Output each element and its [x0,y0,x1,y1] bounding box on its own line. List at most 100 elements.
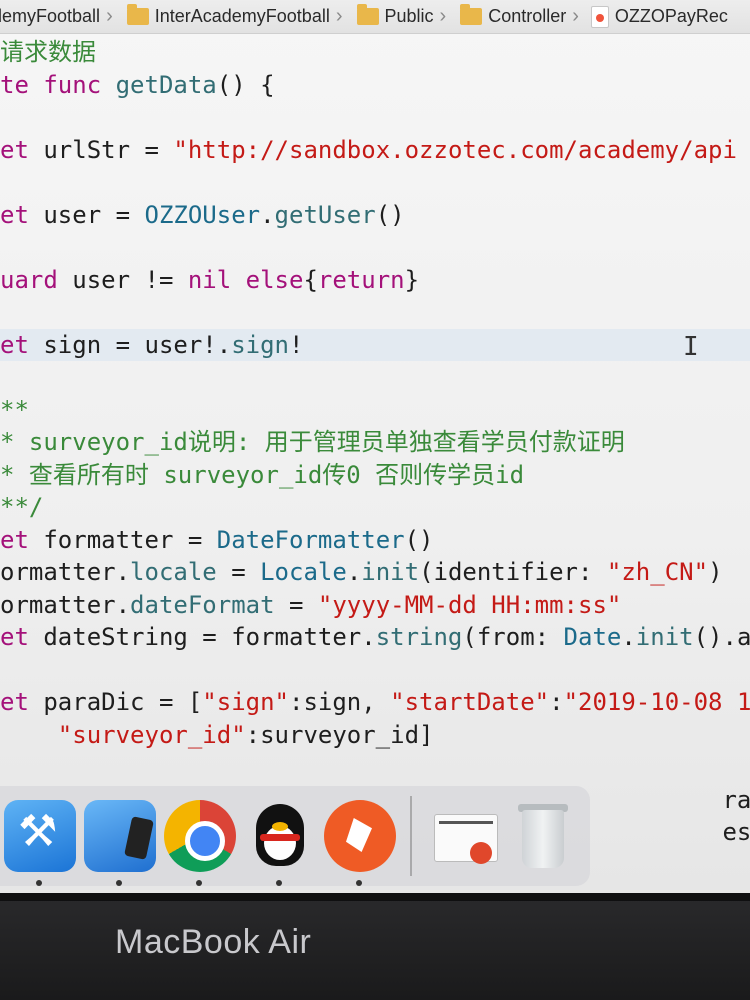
code-line: ** [0,394,750,427]
function-name: init [635,623,694,651]
code-text: (identifier: [419,558,607,586]
function-name: string [375,623,463,651]
code-text: = [274,590,318,619]
string-literal: "startDate" [390,688,550,716]
code-line: **/ [0,491,750,524]
qq-beak-shape [272,822,288,831]
crumb-group-controller[interactable]: Controller [452,0,566,33]
code-text: paraDic = [ [28,688,203,716]
type-name: DateFormatter [216,525,405,554]
code-line: 请求数据 [0,36,750,69]
dock-separator [410,796,412,876]
code-line: * surveyor_id说明: 用于管理员单独查看学员付款证明 [0,426,750,459]
code-text: ormatter. [0,558,131,586]
running-indicator [276,880,282,886]
keyword: et [0,525,29,554]
chevron-right-icon: › [572,5,579,27]
crumb-group-public[interactable]: Public [349,0,434,33]
code-line: "surveyor_id":surveyor_id] [0,719,750,752]
code-text: user != [57,265,188,294]
trash-icon[interactable] [512,800,572,872]
chrome-icon[interactable] [164,800,236,886]
code-text: sign = user!. [28,330,232,359]
code-line: et user = OZZOUser.getUser() [0,199,750,232]
code-text: () { [216,70,275,99]
string-literal: "yyyy-MM-dd HH:mm:ss" [317,590,622,619]
code-line: et formatter = DateFormatter() [0,524,750,557]
function-name: getUser [274,200,376,229]
code-text: () [404,525,434,554]
bezel-edge [0,893,750,901]
code-text: } [404,265,420,294]
keyword: et [0,135,29,164]
code-text: : [549,688,564,716]
keyword: et [0,688,29,716]
code-text: urlStr = [28,135,174,164]
code-editor[interactable]: 请求数据 te func getData() { et urlStr = "ht… [0,36,750,849]
code-line: et urlStr = "http://sandbox.ozzotec.com/… [0,134,750,167]
code-line: ormatter.dateFormat = "yyyy-MM-dd HH:mm:… [0,589,750,622]
swift-file-icon [590,5,609,28]
string-literal: "zh_CN" [606,558,709,586]
property-name: locale [130,558,217,586]
keyword: uard [0,265,58,294]
folder-icon [460,4,483,25]
code-text: :sign, [289,688,391,716]
running-indicator [356,880,362,886]
running-indicator [116,880,122,886]
code-text: rameters: par [722,785,750,814]
property-name: dateFormat [130,590,275,619]
code-text: = [216,558,261,586]
chevron-right-icon: › [439,5,447,27]
code-text: { [303,265,318,294]
string-literal: "sign" [202,688,289,716]
keyword: et [0,330,29,359]
preview-window-icon[interactable] [426,800,504,872]
code-text: dateString = formatter. [28,623,376,651]
code-text: ().ad [693,623,750,651]
xcode-icon[interactable] [4,800,76,886]
crumb-project[interactable]: demyFootball [0,0,100,33]
keyword: te func [0,70,102,99]
code-comment: **/ [0,493,44,521]
crumb-file[interactable]: OZZOPayRec [585,0,728,33]
code-line: ormatter.locale = Locale.init(identifier… [0,556,750,589]
code-text: (from: [462,623,564,651]
code-text: () [375,200,405,229]
simulator-icon[interactable] [84,800,156,886]
folder-icon [356,4,379,25]
folder-icon [126,4,149,25]
string-literal: "2019-10-08 17: [563,688,750,716]
postman-icon[interactable] [324,800,396,886]
crumb-group-interacademy[interactable]: InterAcademyFootball [119,0,330,33]
keyword: et [0,200,29,229]
code-comment: * surveyor_id说明: 用于管理员单独查看学员付款证明 [0,428,625,456]
code-text: :surveyor_id] [245,720,434,749]
string-literal: "http://sandbox.ozzotec.com/academy/api [173,135,737,164]
code-comment: ** [0,395,29,424]
code-text: esponse) [722,818,750,846]
property-name: sign [231,330,289,359]
code-text: . [621,623,636,651]
chevron-right-icon: › [335,5,343,27]
crumb-file-label: OZZOPayRec [614,6,728,26]
device-label: MacBook Air [115,923,312,961]
qq-belly-shape [264,826,296,860]
function-name: getData [115,70,217,99]
qq-penguin-icon[interactable] [244,800,316,886]
function-name: init [361,558,420,586]
keyword: nil [187,265,232,294]
code-line: et paraDic = ["sign":sign, "startDate":"… [0,686,750,719]
keyword: et [0,623,29,651]
code-comment: 请求数据 [0,38,96,66]
crumb-group-label: InterAcademyFootball [154,6,330,26]
running-indicator [196,880,202,886]
chevron-right-icon: › [106,5,113,27]
code-text: ! [289,330,304,359]
crumb-controller-label: Controller [488,6,567,26]
type-name: OZZOUser [144,200,261,229]
